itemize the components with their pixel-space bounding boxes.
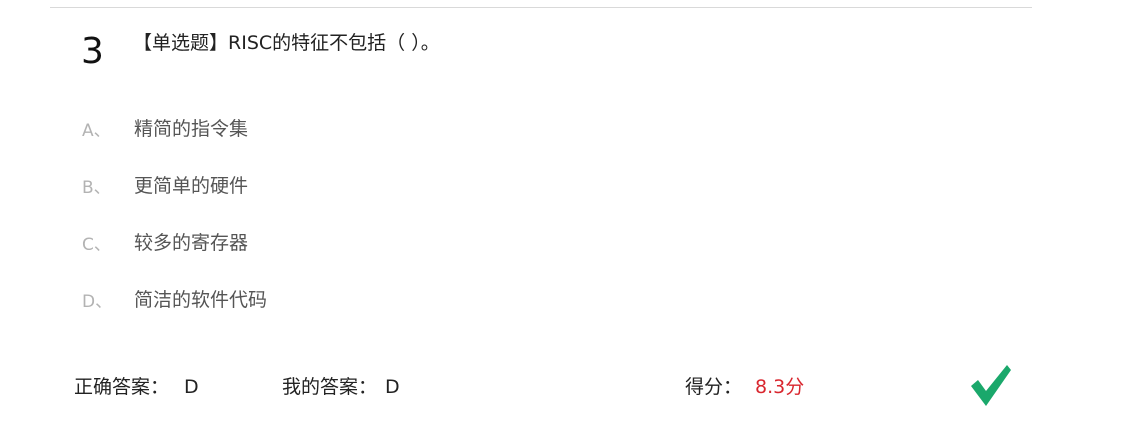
check-icon — [971, 365, 1011, 406]
option-letter: C、 — [82, 235, 111, 255]
answer-row: 正确答案： D 我的答案： D 得分： 8.3分 — [74, 370, 1034, 404]
option-text: 较多的寄存器 — [134, 232, 249, 254]
my-answer-label: 我的答案： — [282, 376, 378, 398]
score-value: 8.3分 — [755, 376, 805, 398]
correct-answer-value: D — [184, 376, 199, 398]
option-c[interactable]: C、 较多的寄存器 — [80, 226, 380, 260]
option-a[interactable]: A、 精简的指令集 — [80, 112, 380, 146]
question-number: 3 — [81, 31, 104, 72]
option-text: 精简的指令集 — [134, 118, 249, 140]
option-text: 更简单的硬件 — [134, 175, 249, 197]
top-divider — [50, 7, 1032, 8]
option-letter: A、 — [82, 121, 111, 141]
option-letter: D、 — [82, 292, 113, 312]
question-type-tag: 【单选题】 — [133, 32, 229, 54]
option-letter: B、 — [82, 178, 111, 198]
question-text: RISC的特征不包括（ ）。 — [228, 32, 440, 54]
option-text: 简洁的软件代码 — [134, 289, 268, 311]
score-label: 得分： — [685, 376, 743, 398]
my-answer-value: D — [385, 376, 400, 398]
option-b[interactable]: B、 更简单的硬件 — [80, 169, 380, 203]
option-d[interactable]: D、 简洁的软件代码 — [80, 283, 380, 317]
correct-answer-label: 正确答案： — [74, 376, 170, 398]
question-title: 【单选题】RISC的特征不包括（ ）。 — [133, 30, 440, 56]
